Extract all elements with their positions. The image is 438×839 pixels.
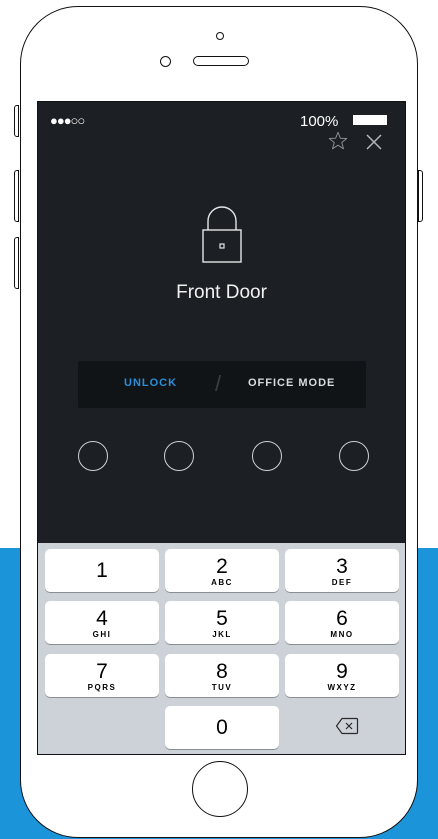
lock-icon <box>202 206 242 263</box>
door-name-title: Front Door <box>176 282 267 303</box>
key-number: 7 <box>96 660 108 683</box>
signal-strength-indicator: ●●●○○ <box>50 113 85 128</box>
key-number: 1 <box>96 559 108 582</box>
key-letters: TUV <box>211 683 233 692</box>
key-2[interactable]: 2 ABC <box>165 549 279 592</box>
battery-percentage: 100% <box>300 113 339 130</box>
pin-digit-indicator <box>252 441 282 471</box>
mode-separator: / <box>215 371 222 396</box>
pin-digit-indicator <box>78 441 108 471</box>
key-letters: GHI <box>92 630 112 639</box>
pin-digit-indicator <box>339 441 369 471</box>
mode-selector: UNLOCK / OFFICE MODE <box>78 361 366 408</box>
key-number: 6 <box>336 607 348 630</box>
key-number: 8 <box>216 660 228 683</box>
phone-volume-down-button <box>14 237 19 289</box>
backspace-icon[interactable] <box>335 717 359 735</box>
key-8[interactable]: 8 TUV <box>165 654 279 697</box>
pin-digit-indicator <box>164 441 194 471</box>
key-0[interactable]: 0 <box>165 706 279 749</box>
key-number: 4 <box>96 607 108 630</box>
key-number: 3 <box>336 555 348 578</box>
home-button[interactable] <box>192 761 248 817</box>
key-letters: DEF <box>331 578 353 587</box>
key-1[interactable]: 1 <box>45 549 159 592</box>
key-number: 0 <box>216 716 228 739</box>
unlock-mode-tab[interactable]: UNLOCK <box>124 377 177 389</box>
phone-volume-up-button <box>14 170 19 222</box>
key-number: 5 <box>216 607 228 630</box>
front-camera <box>216 32 224 40</box>
battery-icon <box>353 115 387 125</box>
key-letters: PQRS <box>87 683 117 692</box>
key-number: 9 <box>336 660 348 683</box>
key-4[interactable]: 4 GHI <box>45 601 159 644</box>
key-7[interactable]: 7 PQRS <box>45 654 159 697</box>
proximity-sensor <box>160 56 171 67</box>
office-mode-tab[interactable]: OFFICE MODE <box>248 377 335 389</box>
phone-mute-switch <box>14 105 19 137</box>
close-icon[interactable] <box>365 133 383 151</box>
earpiece-speaker <box>193 56 249 66</box>
star-icon[interactable] <box>327 130 349 152</box>
key-number: 2 <box>216 555 228 578</box>
phone-power-button <box>418 170 423 222</box>
numeric-keypad: 1 2 ABC 3 DEF 4 GHI 5 JKL 6 MNO 7 PQRS 8… <box>38 543 405 754</box>
key-6[interactable]: 6 MNO <box>285 601 399 644</box>
key-9[interactable]: 9 WXYZ <box>285 654 399 697</box>
key-letters: ABC <box>211 578 233 587</box>
key-letters: WXYZ <box>327 683 357 692</box>
key-3[interactable]: 3 DEF <box>285 549 399 592</box>
key-5[interactable]: 5 JKL <box>165 601 279 644</box>
app-screen: ●●●○○ 100% Front Door UNLOCK / OFFICE MO… <box>37 101 406 755</box>
key-letters: MNO <box>330 630 354 639</box>
key-letters: JKL <box>212 630 232 639</box>
